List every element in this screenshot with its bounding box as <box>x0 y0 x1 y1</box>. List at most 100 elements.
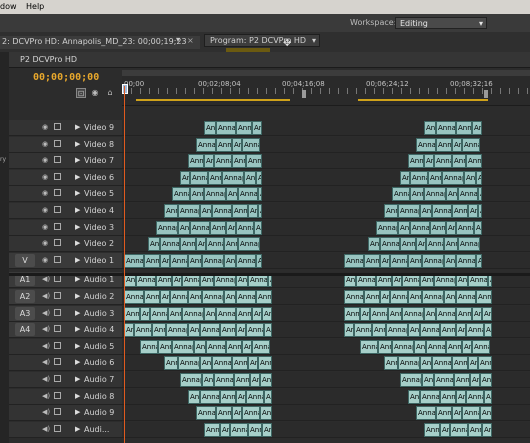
timeline-clip[interactable]: Annapolis <box>482 306 492 321</box>
audio-track-header[interactable]: ◀) ▶ Audio 8 <box>9 388 122 405</box>
timeline-clip[interactable]: Annapolis <box>242 406 260 421</box>
video-track-row[interactable]: AnnapolisAnnapolisAnnapolisAnnapolisAnna… <box>122 136 530 153</box>
timeline-clip[interactable]: Annapolis <box>236 121 252 135</box>
audio-track-row[interactable]: AnnapolisAnnapolisAnnapolisAnnapolisAnna… <box>122 355 530 372</box>
timeline-clip[interactable]: Annapolis <box>124 323 134 338</box>
video-track-row[interactable]: AnnapolisAnnapolisAnnapolisAnnapolisAnna… <box>122 169 530 186</box>
video-track-row[interactable]: AnnapolisAnnapolisAnnapolisAnnapolisAnna… <box>122 219 530 236</box>
lock-icon[interactable] <box>54 139 61 147</box>
timeline-clip[interactable]: Annapolis <box>472 339 490 354</box>
timeline-clip[interactable]: Annapolis <box>160 290 170 304</box>
timeline-clip[interactable]: Annapolis <box>188 253 202 268</box>
video-track-header[interactable]: ◉ ▶ Video 4 <box>9 203 122 219</box>
timeline-clip[interactable]: Annapolis <box>452 406 462 421</box>
timeline-clip[interactable]: Annapolis <box>478 356 492 371</box>
audio-track-row[interactable]: AnnapolisAnnapolisAnnapolisAnnapolisAnna… <box>122 372 530 388</box>
timeline-clip[interactable]: Annapolis <box>236 389 246 404</box>
timeline-clip[interactable]: Annapolis <box>400 237 416 252</box>
timeline-clip[interactable]: Annapolis <box>220 323 236 338</box>
timeline-clip[interactable]: Annapolis <box>178 204 200 218</box>
zoom-bar[interactable] <box>122 70 530 76</box>
timeline-clip[interactable]: Annapolis <box>452 154 466 169</box>
timeline-clip[interactable]: Annapolis <box>444 253 456 268</box>
speaker-icon[interactable]: ◀) <box>42 275 50 283</box>
timeline-clip[interactable]: Annapolis <box>400 373 422 387</box>
lock-icon[interactable] <box>54 222 61 230</box>
timeline-clip[interactable]: Annapolis <box>236 290 256 304</box>
lock-icon[interactable] <box>54 156 61 164</box>
timeline-clip[interactable]: Annapolis <box>216 406 232 421</box>
source-tab[interactable]: 2: DCVPro HD: Annapolis_MD_23: 00;00;19;… <box>0 36 200 49</box>
timeline-clip[interactable]: Annapolis <box>140 339 158 354</box>
timeline-clip[interactable]: Annapolis <box>432 204 452 218</box>
timeline-clip[interactable]: Annapolis <box>172 187 190 202</box>
timeline-clip[interactable]: Annapolis <box>194 339 206 354</box>
timeline-clip[interactable]: Annapolis <box>436 137 452 152</box>
timeline-clip[interactable]: Annapolis <box>212 204 232 218</box>
expand-triangle-icon[interactable]: ▶ <box>75 375 80 383</box>
timeline-clip[interactable]: Annapolis <box>440 422 450 437</box>
video-track-header[interactable]: ◉ ▶ Video 9 <box>9 120 122 136</box>
timeline-clip[interactable]: Annapolis <box>420 323 440 338</box>
timeline-clip[interactable]: Annapolis <box>124 290 144 304</box>
timeline-clip[interactable]: Annapolis <box>258 187 262 202</box>
timeline-clip[interactable]: Annapolis <box>478 204 482 218</box>
timeline-clip[interactable]: Annapolis <box>466 154 482 169</box>
expand-triangle-icon[interactable]: ▶ <box>75 239 80 247</box>
timeline-clip[interactable]: Annapolis <box>226 187 238 202</box>
timeline-clip[interactable]: Annapolis <box>170 290 188 304</box>
expand-triangle-icon[interactable]: ▶ <box>75 206 80 214</box>
timeline-clip[interactable]: Annapolis <box>456 121 472 135</box>
timeline-clip[interactable]: Annapolis <box>232 204 248 218</box>
timeline-clip[interactable]: Annapolis <box>470 373 480 387</box>
timeline-clip[interactable]: Annapolis <box>456 323 466 338</box>
timeline-clip[interactable]: Annapolis <box>408 154 424 169</box>
timeline-clip[interactable]: Annapolis <box>402 306 424 321</box>
timeline-clip[interactable]: Annapolis <box>236 253 256 268</box>
audio-track-header[interactable]: ◀) ▶ Audio 9 <box>9 405 122 422</box>
timeline-clip[interactable]: Annapolis <box>220 389 236 404</box>
menu-help[interactable]: Help <box>26 2 44 11</box>
timeline-clip[interactable]: Annapolis <box>484 323 492 338</box>
expand-triangle-icon[interactable]: ▶ <box>75 275 80 283</box>
source-patch-button[interactable] <box>15 187 35 200</box>
timeline-clip[interactable]: Annapolis <box>226 339 242 354</box>
work-area-bar[interactable] <box>358 99 488 101</box>
timeline-clip[interactable]: Annapolis <box>472 121 482 135</box>
timeline-clip[interactable]: Annapolis <box>264 389 272 404</box>
speaker-icon[interactable]: ◀) <box>42 425 50 433</box>
timeline-clip[interactable]: Annapolis <box>188 323 200 338</box>
timeline-clip[interactable]: Annapolis <box>134 323 152 338</box>
timeline-clip[interactable]: Annapolis <box>476 170 482 185</box>
timeline-clip[interactable]: Annapolis <box>144 253 160 268</box>
video-track-row[interactable]: AnnapolisAnnapolisAnnapolisAnnapolisAnna… <box>122 236 530 253</box>
timeline-clip[interactable]: Annapolis <box>344 323 354 338</box>
expand-triangle-icon[interactable]: ▶ <box>75 156 80 164</box>
source-patch-button[interactable] <box>15 237 35 250</box>
expand-triangle-icon[interactable]: ▶ <box>75 358 80 366</box>
speaker-icon[interactable]: ◀) <box>42 375 50 383</box>
timeline-clip[interactable]: Annapolis <box>262 306 272 321</box>
video-track-header[interactable]: ◉ ▶ Video 5 <box>9 186 122 203</box>
timeline-clip[interactable]: Annapolis <box>258 356 272 371</box>
timeline-clip[interactable]: Annapolis <box>408 253 422 268</box>
source-patch-button[interactable] <box>15 340 35 353</box>
work-area-bar[interactable] <box>136 99 290 101</box>
video-track-header[interactable]: ◉ ▶ Video 8 <box>9 136 122 153</box>
expand-triangle-icon[interactable]: ▶ <box>75 325 80 333</box>
speaker-icon[interactable]: ◀) <box>42 392 50 400</box>
timeline-clip[interactable]: Annapolis <box>408 290 422 304</box>
timeline-clip[interactable]: Annapolis <box>242 137 260 152</box>
timeline-clip[interactable]: Annapolis <box>248 204 258 218</box>
timeline-clip[interactable]: Annapolis <box>450 422 468 437</box>
program-tab-close-icon[interactable]: ▾ <box>312 35 316 46</box>
marker-icon[interactable]: ◉ <box>90 88 100 98</box>
timeline-clip[interactable]: Annapolis <box>420 204 432 218</box>
timeline-clip[interactable]: Annapolis <box>452 356 468 371</box>
timeline-clip[interactable]: Annapolis <box>456 290 476 304</box>
lock-icon[interactable] <box>54 172 61 180</box>
timeline-clip[interactable]: Annapolis <box>242 339 252 354</box>
timeline-clip[interactable]: Annapolis <box>202 290 224 304</box>
timeline-clip[interactable]: Annapolis <box>224 290 236 304</box>
timeline-clip[interactable]: Annapolis <box>420 389 440 404</box>
